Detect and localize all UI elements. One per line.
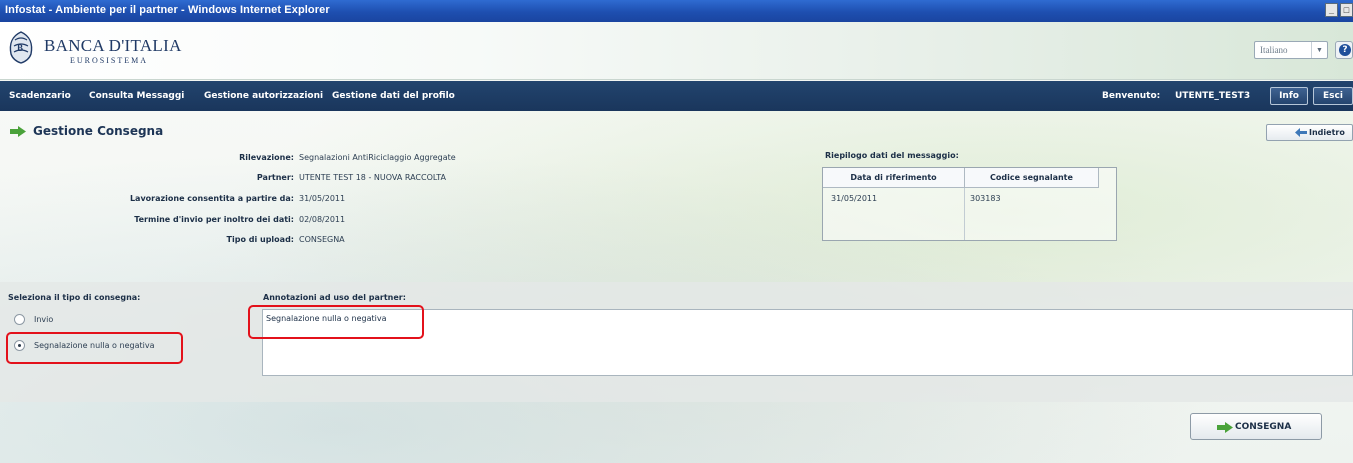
termine-value: 02/08/2011 [299, 215, 346, 224]
partner-label: Partner: [256, 173, 294, 182]
welcome-user: UTENTE_TEST3 [1175, 91, 1251, 101]
help-button[interactable]: ? [1335, 41, 1353, 59]
arrow-right-icon [10, 126, 26, 137]
nav-item-gestione-dati-profilo[interactable]: Gestione dati del profilo [332, 91, 455, 101]
bank-name: BANCA D'ITALIA [44, 36, 182, 55]
rilevazione-value: Segnalazioni AntiRiciclaggio Aggregate [299, 153, 456, 162]
tipo-upload-value: CONSEGNA [299, 235, 345, 244]
window-title: Infostat - Ambiente per il partner - Win… [5, 4, 330, 16]
highlight-annotation [248, 305, 424, 339]
info-button[interactable]: Info [1270, 87, 1308, 105]
nav-item-gestione-autorizzazioni[interactable]: Gestione autorizzazioni [204, 91, 323, 101]
lavorazione-label: Lavorazione consentita a partire da: [129, 194, 294, 203]
radio-option-invio[interactable]: Invio [14, 313, 94, 327]
arrow-right-icon [1217, 422, 1233, 433]
consegna-label: CONSEGNA [1235, 422, 1292, 432]
table-header-data-riferimento: Data di riferimento [823, 168, 965, 188]
language-value: Italiano [1260, 45, 1288, 55]
main-navbar: Scadenzario Consulta Messaggi Gestione a… [0, 81, 1353, 111]
help-icon: ? [1339, 44, 1351, 56]
summary-table: Data di riferimento Codice segnalante 31… [822, 167, 1117, 241]
chevron-down-icon: ▼ [1311, 42, 1327, 58]
partner-value: UTENTE TEST 18 - NUOVA RACCOLTA [299, 173, 446, 182]
table-header-codice-segnalante: Codice segnalante [965, 168, 1099, 188]
back-button[interactable]: Indietro [1266, 124, 1353, 141]
termine-label: Termine d'invio per inoltro dei dati: [134, 215, 294, 224]
cell-data-riferimento: 31/05/2011 [831, 194, 878, 203]
bank-subtitle: EUROSISTEMA [70, 56, 149, 65]
back-arrow-icon [1295, 128, 1307, 137]
app-header: B BANCA D'ITALIA EUROSISTEMA Italiano ▼ … [0, 22, 1353, 80]
bank-logo-icon: B [9, 31, 33, 64]
nav-item-scadenzario[interactable]: Scadenzario [9, 91, 71, 101]
svg-text:B: B [17, 43, 23, 53]
delivery-type-title: Seleziona il tipo di consegna: [8, 293, 141, 302]
annotations-textarea[interactable]: Segnalazione nulla o negativa [262, 309, 1353, 376]
welcome-label: Benvenuto: [1102, 91, 1161, 101]
window-controls: _ □ [1325, 3, 1353, 17]
back-label: Indietro [1309, 128, 1345, 137]
annotations-title: Annotazioni ad uso del partner: [263, 293, 406, 302]
rilevazione-label: Rilevazione: [239, 153, 294, 162]
language-select[interactable]: Italiano ▼ [1254, 41, 1328, 59]
highlight-selected-option [6, 332, 183, 364]
tipo-upload-label: Tipo di upload: [226, 235, 294, 244]
minimize-button[interactable]: _ [1325, 3, 1338, 17]
nav-item-consulta-messaggi[interactable]: Consulta Messaggi [89, 91, 184, 101]
window-titlebar: Infostat - Ambiente per il partner - Win… [0, 0, 1353, 22]
summary-title: Riepilogo dati del messaggio: [825, 151, 959, 160]
exit-button[interactable]: Esci [1313, 87, 1353, 105]
radio-invio[interactable] [14, 314, 25, 325]
radio-invio-label: Invio [34, 315, 54, 324]
consegna-button[interactable]: CONSEGNA [1190, 413, 1322, 440]
cell-codice-segnalante: 303183 [970, 194, 1001, 203]
lavorazione-value: 31/05/2011 [299, 194, 346, 203]
maximize-button[interactable]: □ [1340, 3, 1353, 17]
column-divider [964, 188, 965, 240]
page-title: Gestione Consegna [33, 124, 164, 138]
